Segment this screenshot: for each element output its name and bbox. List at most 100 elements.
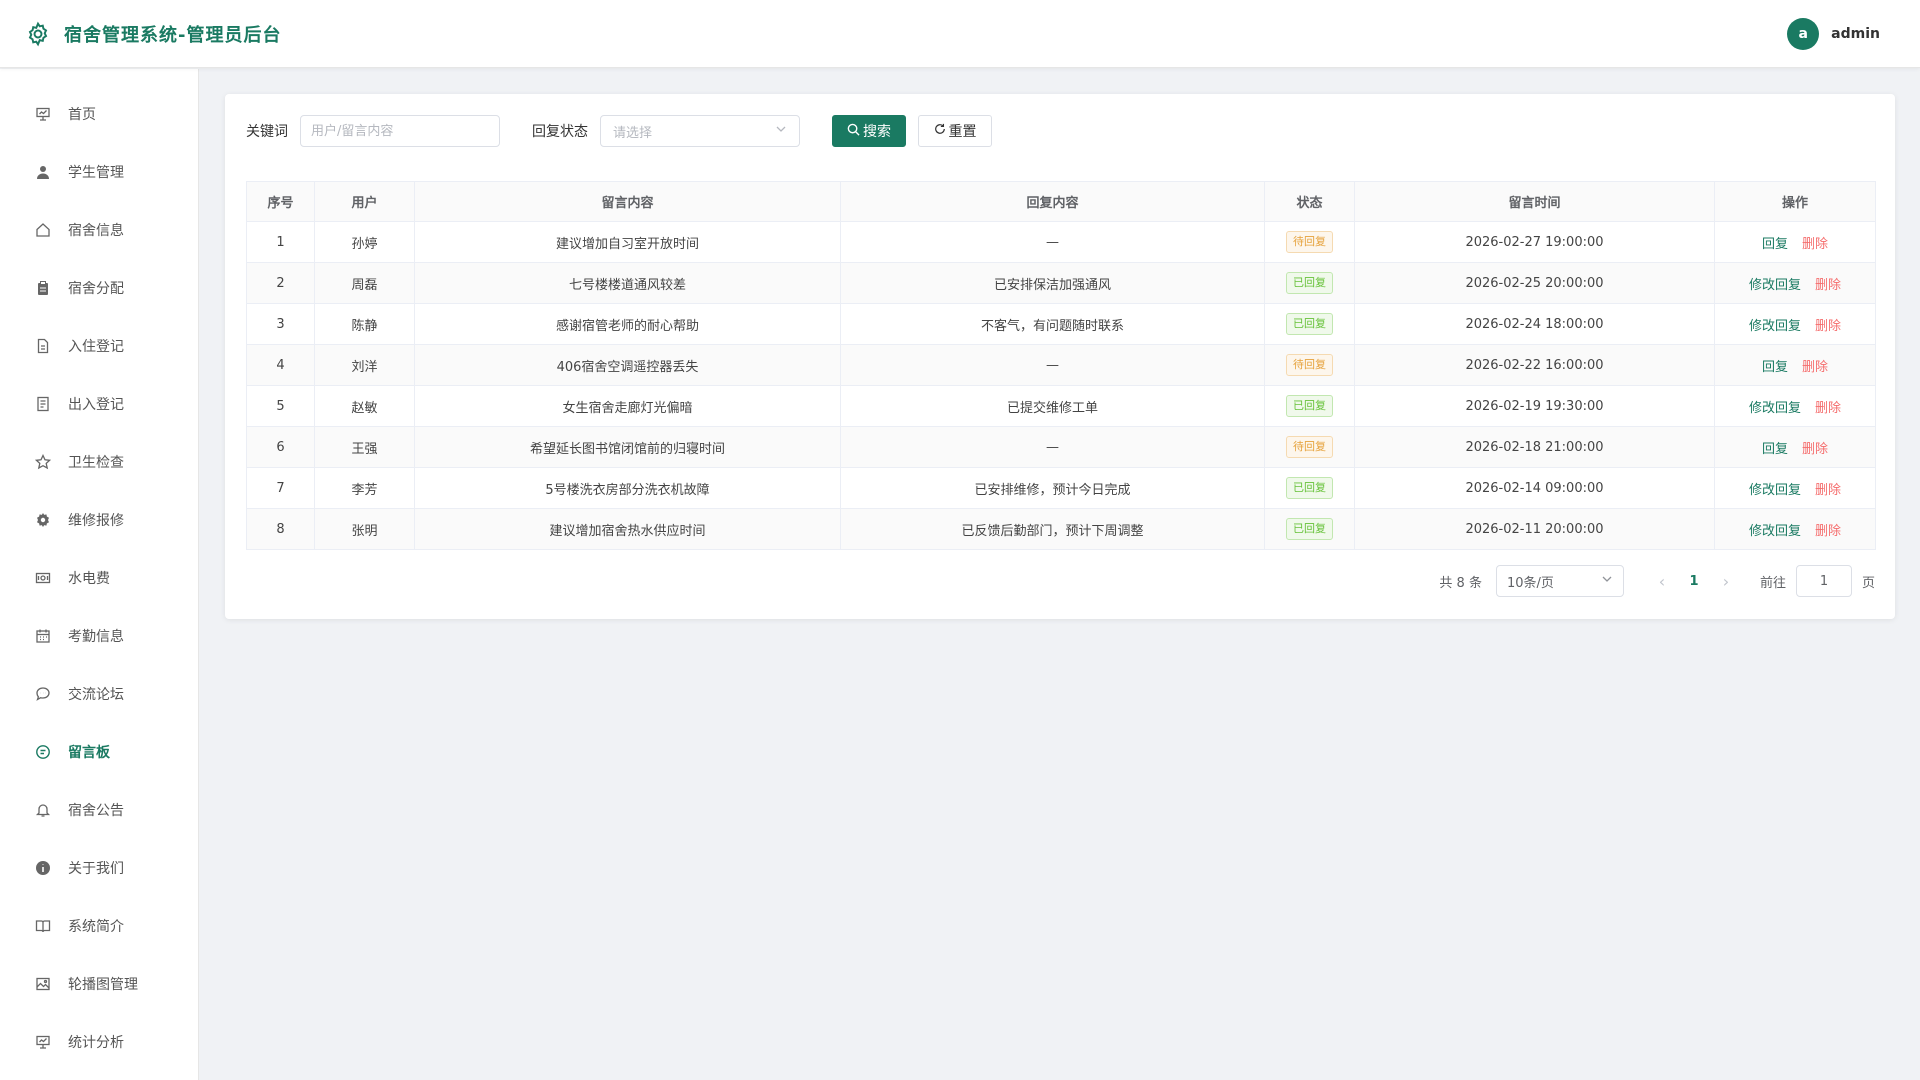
next-page-button[interactable]: › xyxy=(1710,572,1742,591)
delete-button[interactable]: 删除 xyxy=(1802,237,1828,252)
sidebar-item-chat[interactable]: 交流论坛 xyxy=(0,665,198,723)
status-badge: 已回复 xyxy=(1286,477,1333,499)
gear-icon xyxy=(24,20,52,48)
sidebar-item-home[interactable]: 宿舍信息 xyxy=(0,201,198,259)
cell-actions: 修改回复 删除 xyxy=(1714,303,1876,345)
cell-status: 待回复 xyxy=(1264,426,1355,468)
sidebar-item-info[interactable]: 关于我们 xyxy=(0,839,198,897)
cell-status: 已回复 xyxy=(1264,508,1355,550)
cell-reply-content: — xyxy=(840,426,1265,468)
cell-status: 待回复 xyxy=(1264,344,1355,386)
delete-button[interactable]: 删除 xyxy=(1815,401,1841,416)
table-header-row: 序号 用户 留言内容 回复内容 状态 留言时间 操作 xyxy=(246,181,1876,222)
sidebar-item-money[interactable]: 水电费 xyxy=(0,549,198,607)
cell-reply-content: 已安排保洁加强通风 xyxy=(840,262,1265,304)
table-row: 7 李芳 5号楼洗衣房部分洗衣机故障 已安排维修，预计今日完成 已回复 2026-02-1… xyxy=(246,467,1876,509)
search-button[interactable]: 搜索 xyxy=(832,115,906,147)
sidebar-item-label: 学生管理 xyxy=(68,165,124,181)
delete-button[interactable]: 删除 xyxy=(1815,483,1841,498)
reply-button[interactable]: 修改回复 xyxy=(1749,483,1801,498)
table-row: 3 陈静 感谢宿管老师的耐心帮助 不客气，有问题随时联系 已回复 2026-02-24 1… xyxy=(246,303,1876,345)
sidebar-item-user[interactable]: 学生管理 xyxy=(0,143,198,201)
delete-button[interactable]: 删除 xyxy=(1815,319,1841,334)
table-row: 6 王强 希望延长图书馆闭馆前的归寝时间 — 待回复 2026-02-18 21:00:0… xyxy=(246,426,1876,468)
reply-button[interactable]: 修改回复 xyxy=(1749,401,1801,416)
sidebar-item-clipboard[interactable]: 宿舍分配 xyxy=(0,259,198,317)
sidebar-item-label: 宿舍分配 xyxy=(68,281,124,297)
sidebar-item-book[interactable]: 系统简介 xyxy=(0,897,198,955)
cell-user: 周磊 xyxy=(314,262,415,304)
table-row: 2 周磊 七号楼楼道通风较差 已安排保洁加强通风 已回复 2026-02-25 20:00… xyxy=(246,262,1876,304)
cell-message-content: 406宿舍空调遥控器丢失 xyxy=(414,344,841,386)
reply-button[interactable]: 回复 xyxy=(1762,360,1788,375)
keyword-input[interactable] xyxy=(300,115,500,147)
status-badge: 待回复 xyxy=(1286,231,1333,253)
delete-button[interactable]: 删除 xyxy=(1815,524,1841,539)
goto-page-input[interactable] xyxy=(1795,565,1852,597)
avatar[interactable]: a xyxy=(1787,17,1820,50)
sidebar-item-picture[interactable]: 轮播图管理 xyxy=(0,955,198,1013)
pagination: 共 8 条 10条/页 ‹ 1 › 前往 页 xyxy=(1439,565,1875,597)
cell-user: 李芳 xyxy=(314,467,415,509)
cell-message-content: 建议增加自习室开放时间 xyxy=(414,221,841,263)
document-list-icon xyxy=(34,395,52,413)
cell-message-time: 2026-02-24 18:00:00 xyxy=(1354,303,1715,345)
column-header: 回复内容 xyxy=(840,181,1265,222)
reply-button[interactable]: 回复 xyxy=(1762,442,1788,457)
username[interactable]: admin xyxy=(1831,26,1880,42)
table-row: 4 刘洋 406宿舍空调遥控器丢失 — 待回复 2026-02-22 16:00:00 回复… xyxy=(246,344,1876,386)
prev-page-button[interactable]: ‹ xyxy=(1646,572,1678,591)
delete-button[interactable]: 删除 xyxy=(1802,360,1828,375)
message-icon xyxy=(34,743,52,761)
gear-icon xyxy=(34,511,52,529)
reset-button-label: 重置 xyxy=(948,124,977,140)
reply-button[interactable]: 回复 xyxy=(1762,237,1788,252)
sidebar-item-label: 首页 xyxy=(68,107,96,123)
cell-message-content: 建议增加宿舍热水供应时间 xyxy=(414,508,841,550)
filter-bar: 关键词 回复状态 请选择 搜索 重置 xyxy=(246,115,992,147)
sidebar-item-gear[interactable]: 维修报修 xyxy=(0,491,198,549)
status-badge: 已回复 xyxy=(1286,518,1333,540)
reply-button[interactable]: 修改回复 xyxy=(1749,524,1801,539)
search-icon xyxy=(847,123,860,140)
reply-button[interactable]: 修改回复 xyxy=(1749,319,1801,334)
reset-button[interactable]: 重置 xyxy=(918,115,992,147)
search-button-label: 搜索 xyxy=(863,124,891,140)
delete-button[interactable]: 删除 xyxy=(1802,442,1828,457)
user-menu[interactable]: a admin xyxy=(1787,17,1880,50)
sidebar-item-document[interactable]: 入住登记 xyxy=(0,317,198,375)
delete-button[interactable]: 删除 xyxy=(1815,278,1841,293)
sidebar-item-calendar[interactable]: 考勤信息 xyxy=(0,607,198,665)
sidebar-item-label: 关于我们 xyxy=(68,861,124,877)
cell-reply-content: — xyxy=(840,344,1265,386)
sidebar-item-label: 维修报修 xyxy=(68,513,124,529)
status-select-placeholder: 请选择 xyxy=(613,125,653,141)
page-number[interactable]: 1 xyxy=(1678,574,1710,589)
chevron-down-icon xyxy=(775,123,787,139)
cell-message-time: 2026-02-18 21:00:00 xyxy=(1354,426,1715,468)
cell-actions: 回复 删除 xyxy=(1714,344,1876,386)
sidebar-item-bell[interactable]: 宿舍公告 xyxy=(0,781,198,839)
picture-icon xyxy=(34,975,52,993)
cell-status: 已回复 xyxy=(1264,262,1355,304)
column-header: 留言内容 xyxy=(414,181,841,222)
sidebar-item-message[interactable]: 留言板 xyxy=(0,723,198,781)
sidebar-item-chart-board[interactable]: 统计分析 xyxy=(0,1013,198,1071)
sidebar-item-star[interactable]: 卫生检查 xyxy=(0,433,198,491)
sidebar-item-document-list[interactable]: 出入登记 xyxy=(0,375,198,433)
reply-button[interactable]: 修改回复 xyxy=(1749,278,1801,293)
goto-label: 前往 xyxy=(1759,575,1786,591)
sidebar-item-presentation[interactable]: 首页 xyxy=(0,85,198,143)
table-row: 5 赵敏 女生宿舍走廊灯光偏暗 已提交维修工单 已回复 2026-02-19 19:30:… xyxy=(246,385,1876,427)
cell-status: 已回复 xyxy=(1264,467,1355,509)
status-badge: 已回复 xyxy=(1286,272,1333,294)
sidebar-item-label: 留言板 xyxy=(68,745,110,761)
home-icon xyxy=(34,221,52,239)
cell-index: 4 xyxy=(246,344,315,386)
status-select[interactable]: 请选择 xyxy=(600,115,800,147)
chat-icon xyxy=(34,685,52,703)
page-size-select[interactable]: 10条/页 xyxy=(1495,565,1624,597)
sidebar-item-label: 交流论坛 xyxy=(68,687,124,703)
cell-message-time: 2026-02-27 19:00:00 xyxy=(1354,221,1715,263)
table-row: 8 张明 建议增加宿舍热水供应时间 已反馈后勤部门，预计下周调整 已回复 2026-02-… xyxy=(246,508,1876,550)
